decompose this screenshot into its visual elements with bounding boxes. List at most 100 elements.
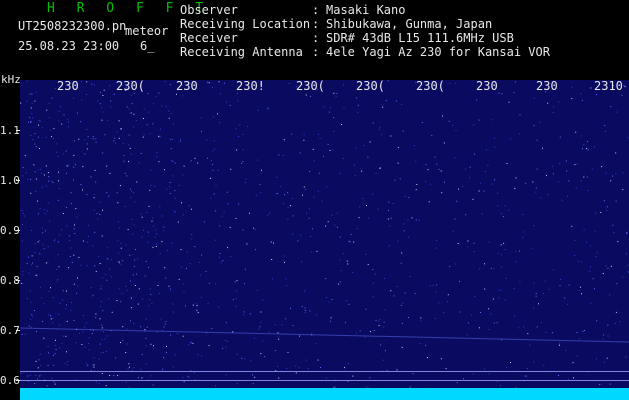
noise-speck bbox=[102, 95, 104, 96]
noise-speck bbox=[30, 318, 32, 320]
noise-speck bbox=[118, 288, 120, 290]
noise-speck bbox=[21, 223, 23, 225]
noise-speck bbox=[260, 311, 262, 313]
noise-speck bbox=[291, 197, 293, 199]
noise-speck bbox=[235, 306, 237, 307]
noise-speck bbox=[297, 240, 299, 242]
noise-speck bbox=[395, 100, 397, 102]
noise-speck bbox=[29, 117, 31, 119]
noise-speck bbox=[331, 299, 333, 300]
noise-speck bbox=[86, 194, 88, 196]
noise-speck bbox=[365, 386, 367, 387]
noise-speck bbox=[244, 358, 246, 360]
noise-speck bbox=[246, 243, 248, 245]
noise-speck bbox=[576, 331, 578, 333]
noise-speck bbox=[430, 183, 431, 185]
noise-speck bbox=[369, 141, 371, 143]
noise-speck bbox=[120, 247, 122, 249]
noise-speck bbox=[37, 169, 39, 171]
noise-speck bbox=[333, 117, 335, 119]
noise-speck bbox=[87, 343, 89, 344]
noise-speck bbox=[328, 111, 330, 113]
noise-speck bbox=[455, 82, 457, 84]
noise-speck bbox=[172, 160, 174, 162]
noise-speck bbox=[584, 330, 585, 331]
noise-speck bbox=[234, 281, 236, 283]
noise-speck bbox=[74, 224, 75, 226]
noise-speck bbox=[356, 228, 358, 230]
noise-speck bbox=[313, 196, 315, 198]
noise-speck bbox=[21, 240, 23, 242]
noise-speck bbox=[138, 377, 139, 378]
noise-speck bbox=[183, 292, 185, 294]
noise-speck bbox=[132, 126, 134, 128]
noise-speck bbox=[158, 292, 160, 294]
noise-speck bbox=[48, 352, 49, 354]
noise-speck bbox=[58, 188, 60, 189]
noise-speck bbox=[106, 335, 108, 337]
noise-speck bbox=[590, 245, 592, 247]
noise-speck bbox=[619, 321, 621, 323]
noise-speck bbox=[48, 290, 50, 292]
noise-speck bbox=[295, 365, 297, 367]
noise-speck bbox=[30, 107, 32, 109]
noise-speck bbox=[155, 96, 157, 98]
noise-speck bbox=[27, 375, 29, 377]
noise-speck bbox=[147, 241, 149, 243]
noise-speck bbox=[232, 331, 234, 333]
noise-speck bbox=[590, 302, 592, 304]
noise-speck bbox=[125, 381, 127, 383]
noise-speck bbox=[610, 106, 612, 108]
noise-speck bbox=[124, 172, 126, 174]
noise-speck bbox=[152, 384, 154, 386]
noise-speck bbox=[66, 351, 67, 353]
noise-speck bbox=[65, 207, 67, 209]
noise-speck bbox=[180, 139, 182, 140]
noise-speck bbox=[212, 116, 214, 118]
noise-speck bbox=[260, 192, 262, 194]
noise-speck bbox=[327, 221, 329, 223]
info-row-antenna: Receiving Antenna : 4ele Yagi Az 230 for… bbox=[180, 45, 550, 59]
noise-speck bbox=[133, 192, 134, 194]
noise-speck bbox=[274, 350, 276, 352]
noise-speck bbox=[41, 227, 43, 229]
noise-speck bbox=[45, 136, 47, 138]
noise-speck bbox=[119, 185, 121, 187]
noise-speck bbox=[332, 149, 334, 151]
noise-speck bbox=[81, 344, 83, 345]
noise-speck bbox=[164, 267, 166, 269]
reference-line bbox=[20, 371, 629, 372]
noise-speck bbox=[34, 252, 36, 254]
noise-speck bbox=[500, 244, 502, 246]
noise-speck bbox=[543, 293, 544, 295]
noise-speck bbox=[575, 131, 577, 133]
noise-speck bbox=[35, 274, 37, 276]
noise-speck bbox=[87, 365, 89, 366]
noise-speck bbox=[304, 312, 306, 314]
noise-speck bbox=[22, 167, 24, 169]
time-tick-label: 230( bbox=[296, 79, 325, 93]
noise-speck bbox=[452, 125, 454, 126]
noise-speck bbox=[545, 332, 547, 333]
noise-speck bbox=[397, 162, 399, 164]
noise-speck bbox=[88, 337, 90, 339]
noise-speck bbox=[165, 277, 167, 279]
noise-speck bbox=[170, 289, 172, 291]
noise-speck bbox=[605, 172, 607, 174]
noise-speck bbox=[187, 375, 189, 377]
noise-speck bbox=[116, 131, 118, 133]
noise-speck bbox=[91, 333, 93, 335]
noise-speck bbox=[163, 226, 165, 228]
info-value: Masaki Kano bbox=[326, 3, 406, 17]
noise-speck bbox=[24, 155, 26, 157]
noise-speck bbox=[106, 192, 108, 194]
noise-speck bbox=[271, 259, 273, 260]
noise-speck bbox=[80, 184, 82, 186]
noise-speck bbox=[196, 310, 198, 312]
noise-speck bbox=[35, 360, 37, 362]
noise-speck bbox=[235, 217, 237, 219]
noise-speck bbox=[170, 113, 172, 115]
noise-speck bbox=[396, 286, 398, 288]
noise-speck bbox=[96, 213, 98, 215]
noise-speck bbox=[37, 367, 39, 369]
